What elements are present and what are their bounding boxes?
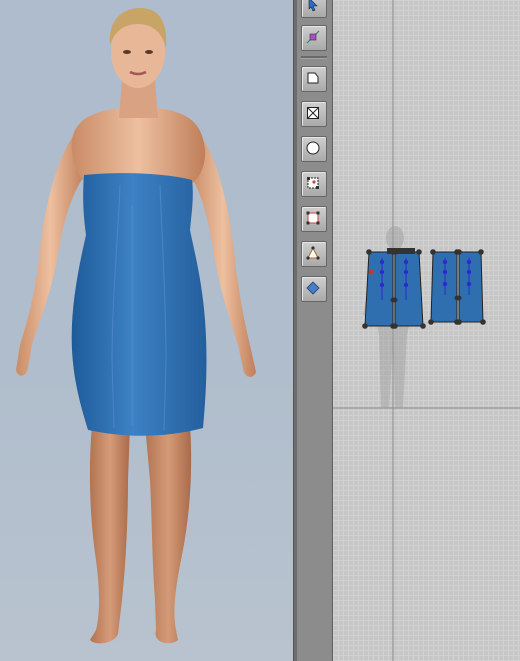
transform-pattern-tool-button[interactable] — [301, 206, 327, 232]
sewing-tool-button[interactable] — [301, 241, 327, 267]
back-pattern-piece[interactable] — [428, 249, 486, 325]
circle-tool-button[interactable] — [301, 136, 327, 162]
toolbar-separator — [301, 56, 327, 59]
avatar-figure — [16, 8, 256, 644]
select-move-tool-button[interactable] — [301, 0, 327, 18]
2d-pattern-view[interactable] — [333, 0, 520, 661]
rectangle-tool-button[interactable] — [301, 101, 327, 127]
polygon-tool-button[interactable] — [301, 66, 327, 92]
3d-viewport[interactable] — [0, 0, 293, 661]
add-point-tool-button[interactable] — [301, 171, 327, 197]
fold-tool-button[interactable] — [301, 276, 327, 302]
pattern-toolbar — [297, 0, 333, 661]
pattern-canvas — [333, 0, 520, 661]
edit-point-tool-button[interactable] — [301, 25, 327, 51]
